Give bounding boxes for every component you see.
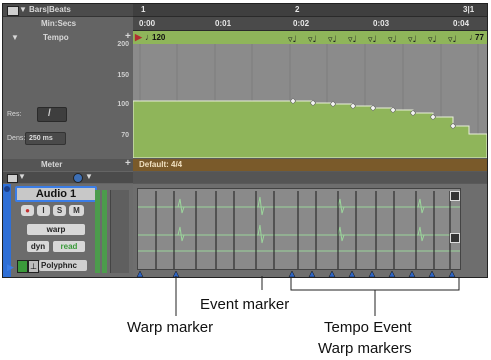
plugin-insert[interactable]: Polyphnc bbox=[39, 260, 87, 271]
meter-label: Meter bbox=[41, 160, 63, 169]
mute-button[interactable]: M bbox=[69, 205, 84, 216]
tempo-ruler-header: ▼ Tempo + 200 150 100 70 Res: / Dens: 25… bbox=[3, 31, 133, 161]
tempo-event-icons[interactable]: ▿♩ ▿♩ ▿♩ ▿♩ ▿♩ ▿♩ ▿♩ ▿♩ ▿♩ bbox=[288, 35, 457, 45]
track-color-icon bbox=[73, 173, 83, 183]
min-secs-label: Min:Secs bbox=[41, 19, 77, 28]
event-marker-lines bbox=[155, 191, 451, 269]
tempo-area bbox=[133, 100, 487, 158]
tempo-graph: ▿♩ ▿♩ ▿♩ ▿♩ ▿♩ ▿♩ ▿♩ ▿♩ ▿♩ bbox=[133, 35, 487, 158]
tempo-scale-70: 70 bbox=[121, 132, 129, 139]
dens-label: Dens: bbox=[7, 135, 26, 142]
timebase-icon[interactable]: ⊥ bbox=[28, 260, 39, 273]
level-meter-left bbox=[95, 190, 100, 273]
marker-gap bbox=[133, 172, 487, 183]
audio-region[interactable] bbox=[137, 188, 461, 270]
record-enable-button[interactable]: ● bbox=[21, 205, 34, 216]
chevron-down-icon: ▼ bbox=[19, 5, 27, 14]
svg-text:▿♩: ▿♩ bbox=[408, 35, 417, 45]
warp-marker-callout: Warp marker bbox=[127, 319, 214, 336]
tempo-scale: 200 150 100 70 bbox=[109, 31, 129, 161]
track-select-icon[interactable] bbox=[4, 186, 10, 192]
meter-default-value: Default: 4/4 bbox=[139, 160, 183, 169]
tempo-label: Tempo bbox=[43, 33, 69, 42]
event-marker-callout: Event marker bbox=[200, 296, 290, 313]
tempo-editor[interactable]: ▶ ♩ 120 ♩ 77 ▿♩ ▿♩ ▿♩ ▿♩ ▿♩ ▿♩ ▿♩ ▿♩ ▿♩ bbox=[133, 31, 487, 158]
svg-text:▿♩: ▿♩ bbox=[368, 35, 377, 45]
svg-text:▿♩: ▿♩ bbox=[388, 35, 397, 45]
track-playlist[interactable] bbox=[133, 184, 487, 277]
res-label: Res: bbox=[7, 111, 22, 118]
solo-button[interactable]: S bbox=[53, 205, 66, 216]
tempo-scale-150: 150 bbox=[117, 72, 129, 79]
track-view-select[interactable]: warp bbox=[27, 224, 85, 235]
bars-beats-ruler-header[interactable]: ▼ Bars|Beats bbox=[3, 4, 133, 17]
add-meter-icon[interactable]: + bbox=[125, 158, 131, 169]
pencil-resolution-button[interactable]: / bbox=[37, 107, 67, 122]
bar-3-mark: 3|1 bbox=[463, 5, 475, 14]
min-secs-ruler-header: Min:Secs bbox=[3, 17, 133, 30]
dyn-button[interactable]: dyn bbox=[27, 241, 49, 252]
svg-text:▿♩: ▿♩ bbox=[428, 35, 437, 45]
chevron-down-icon: ▼ bbox=[18, 172, 26, 181]
bar-1-mark: 1 bbox=[141, 5, 146, 14]
bars-beats-label: Bars|Beats bbox=[29, 5, 71, 14]
edit-window: ▼ Bars|Beats Min:Secs ▼ Tempo + 200 150 … bbox=[2, 3, 488, 278]
expand-triangle-icon[interactable]: ▶ bbox=[7, 262, 14, 273]
density-select[interactable]: 250 ms bbox=[25, 132, 66, 145]
time-0-02: 0:02 bbox=[293, 19, 310, 28]
chevron-down-icon: ▼ bbox=[85, 172, 93, 181]
ruler-header-panel: ▼ Bars|Beats Min:Secs ▼ Tempo + 200 150 … bbox=[3, 4, 133, 277]
svg-text:▿♩: ▿♩ bbox=[328, 35, 337, 45]
svg-text:▿♩: ▿♩ bbox=[308, 35, 317, 45]
region-corner-handle-icon[interactable] bbox=[450, 233, 460, 243]
tempo-scale-200: 200 bbox=[117, 41, 129, 48]
tempo-event-callout-line2: Warp markers bbox=[318, 340, 412, 357]
time-0-04: 0:04 bbox=[453, 19, 470, 28]
callout-lines bbox=[175, 276, 460, 316]
ruler-menu-icon[interactable] bbox=[7, 6, 19, 16]
automation-mode-select[interactable]: read bbox=[53, 241, 85, 252]
playlist-icon[interactable] bbox=[17, 260, 28, 273]
meter-ruler[interactable]: Default: 4/4 bbox=[133, 159, 487, 171]
region-waveform bbox=[138, 191, 460, 269]
input-monitor-button[interactable]: I bbox=[37, 205, 50, 216]
svg-text:▿♩: ▿♩ bbox=[288, 35, 297, 45]
track-menu-icon[interactable] bbox=[7, 174, 18, 183]
waveform-lines bbox=[138, 196, 460, 252]
time-0-03: 0:03 bbox=[373, 19, 390, 28]
density-value: 250 ms bbox=[29, 135, 53, 142]
svg-text:▿♩: ▿♩ bbox=[448, 35, 457, 45]
collapse-triangle-icon[interactable]: ▼ bbox=[11, 33, 19, 42]
region-corner-handle-icon[interactable] bbox=[450, 191, 460, 201]
track-header-toolbar: ▼ ▼ bbox=[3, 172, 133, 183]
tempo-scale-100: 100 bbox=[117, 101, 129, 108]
svg-text:▿♩: ▿♩ bbox=[348, 35, 357, 45]
tempo-event-callout-line1: Tempo Event bbox=[324, 319, 412, 336]
meter-ruler-header: Meter + bbox=[3, 158, 133, 171]
bars-beats-ruler[interactable]: 1 2 3|1 bbox=[133, 4, 487, 17]
track-name-field[interactable]: Audio 1 bbox=[15, 186, 97, 202]
time-0-01: 0:01 bbox=[215, 19, 232, 28]
track-header: Audio 1 ● I S M warp dyn read ▶ ⊥ Polyph… bbox=[3, 184, 133, 277]
track-view-value: warp bbox=[46, 225, 66, 234]
min-secs-ruler[interactable]: 0:00 0:01 0:02 0:03 0:04 bbox=[133, 17, 487, 31]
level-meter-right bbox=[102, 190, 107, 273]
time-0-00: 0:00 bbox=[139, 19, 156, 28]
bar-2-mark: 2 bbox=[295, 5, 300, 14]
track-scrollbar[interactable] bbox=[110, 190, 129, 273]
